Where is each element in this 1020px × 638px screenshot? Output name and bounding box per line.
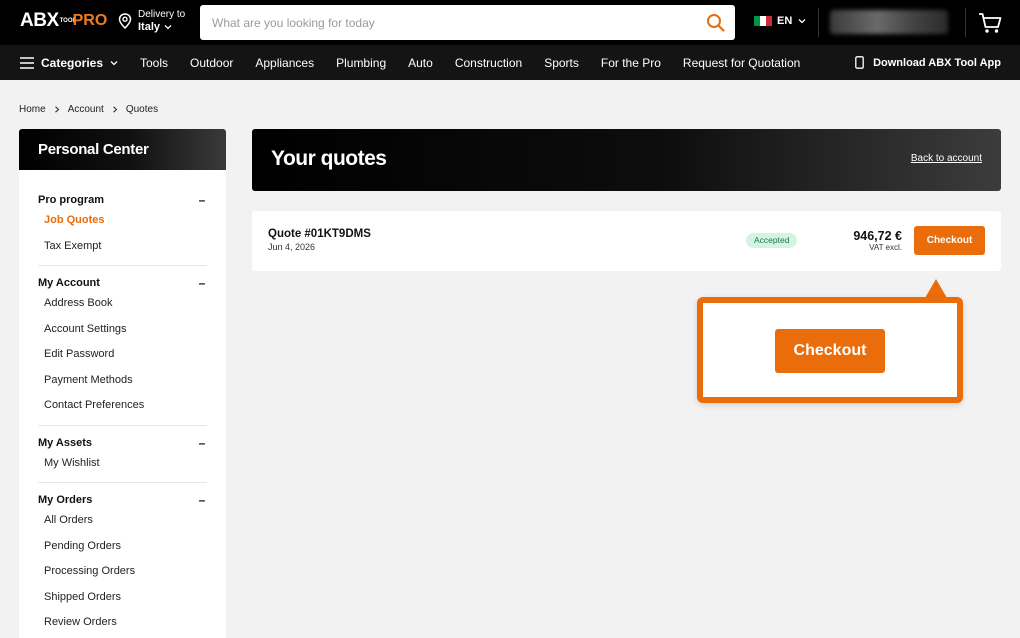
sidebar-item-tax-exempt[interactable]: Tax Exempt: [38, 234, 207, 260]
sidebar-item-contact-preferences[interactable]: Contact Preferences: [38, 393, 207, 419]
breadcrumb: Home Account Quotes: [19, 104, 158, 115]
logo-tool: TOOL: [59, 18, 77, 24]
account-menu-blurred[interactable]: [830, 10, 948, 34]
nav-item-appliances[interactable]: Appliances: [255, 56, 314, 70]
sidebar-item-pending-orders[interactable]: Pending Orders: [38, 534, 207, 560]
callout-arrow: [925, 279, 947, 298]
chevron-down-icon: [798, 19, 806, 24]
language-selector[interactable]: EN: [754, 15, 806, 27]
cart-icon[interactable]: [978, 12, 1002, 34]
quotes-header: Your quotes Back to account: [252, 129, 1001, 191]
sidebar-item-all-orders[interactable]: All Orders: [38, 508, 207, 534]
sidebar-item-payment-methods[interactable]: Payment Methods: [38, 368, 207, 394]
vat-note: VAT excl.: [869, 243, 902, 252]
divider: [818, 8, 819, 37]
nav-item-auto[interactable]: Auto: [408, 56, 433, 70]
back-to-account-link[interactable]: Back to account: [911, 153, 982, 164]
sidebar-group-title[interactable]: My Account –: [38, 275, 207, 291]
nav-links: Tools Outdoor Appliances Plumbing Auto C…: [140, 45, 822, 80]
nav-item-sports[interactable]: Sports: [544, 56, 579, 70]
sidebar-group-pro-program: Pro program – Job Quotes Tax Exempt: [38, 170, 207, 266]
sidebar-item-review-orders[interactable]: Review Orders: [38, 610, 207, 636]
status-badge: Accepted: [746, 233, 798, 248]
breadcrumb-home[interactable]: Home: [19, 104, 46, 115]
sidebar-item-my-wishlist[interactable]: My Wishlist: [38, 451, 207, 477]
collapse-icon: –: [198, 276, 206, 290]
nav-item-for-the-pro[interactable]: For the Pro: [601, 56, 661, 70]
hamburger-icon: [20, 56, 34, 69]
flag-icon: [754, 16, 772, 26]
flag-stripe: [766, 16, 772, 26]
quote-row: Quote #01KT9DMS Jun 4, 2026 Accepted 946…: [252, 211, 1001, 271]
sidebar-group-title[interactable]: Pro program –: [38, 192, 207, 208]
nav-item-request-quotation[interactable]: Request for Quotation: [683, 56, 800, 70]
divider: [965, 8, 966, 37]
nav-item-plumbing[interactable]: Plumbing: [336, 56, 386, 70]
chevron-right-icon: [54, 106, 60, 113]
sidebar-group-title[interactable]: My Orders –: [38, 492, 207, 508]
sidebar-group-label: My Orders: [38, 494, 93, 506]
phone-icon: [855, 56, 864, 69]
chevron-down-icon: [110, 60, 118, 65]
sidebar-item-edit-password[interactable]: Edit Password: [38, 342, 207, 368]
location-pin-icon: [118, 13, 132, 29]
sidebar-item-processing-orders[interactable]: Processing Orders: [38, 559, 207, 585]
categories-label: Categories: [41, 55, 104, 70]
delivery-label: Delivery to: [138, 9, 186, 20]
search-bar: [200, 5, 735, 40]
breadcrumb-quotes: Quotes: [125, 104, 159, 115]
collapse-icon: –: [198, 435, 206, 450]
language-code: EN: [777, 15, 793, 27]
download-app-label: Download ABX Tool App: [873, 56, 1001, 69]
sidebar-group-my-account: My Account – Address Book Account Settin…: [38, 266, 207, 426]
download-app-link[interactable]: Download ABX Tool App: [855, 45, 1001, 80]
sidebar-group-my-assets: My Assets – My Wishlist: [38, 426, 207, 483]
sidebar-item-job-quotes[interactable]: Job Quotes: [38, 208, 207, 234]
sidebar-group-my-orders: My Orders – All Orders Pending Orders Pr…: [38, 483, 207, 638]
delivery-selector[interactable]: Delivery to Italy: [118, 9, 185, 33]
logo[interactable]: ABX TOOL PRO: [20, 10, 108, 31]
quote-date: Jun 4, 2026: [268, 242, 316, 252]
sidebar-title: Personal Center: [19, 129, 226, 170]
logo-pro: PRO: [72, 12, 108, 29]
sidebar-group-label: My Assets: [38, 436, 93, 449]
checkout-button[interactable]: Checkout: [914, 226, 985, 255]
sidebar-item-shipped-orders[interactable]: Shipped Orders: [38, 585, 207, 611]
collapse-icon: –: [198, 493, 206, 507]
search-icon[interactable]: [706, 13, 725, 32]
collapse-icon: –: [198, 193, 206, 207]
callout-checkout-button[interactable]: Checkout: [775, 329, 885, 373]
page-title: Your quotes: [271, 147, 387, 170]
sidebar-item-account-settings[interactable]: Account Settings: [38, 317, 207, 343]
search-input[interactable]: [212, 5, 692, 40]
logo-brand: ABX: [20, 10, 59, 31]
sidebar-group-label: My Account: [38, 277, 100, 289]
chevron-right-icon: [112, 106, 118, 113]
sidebar-group-label: Pro program: [38, 194, 105, 206]
sidebar: Personal Center Pro program – Job Quotes…: [19, 129, 226, 638]
categories-menu[interactable]: Categories: [20, 45, 118, 80]
chevron-down-icon: [164, 25, 172, 30]
checkout-callout: Checkout: [697, 297, 963, 403]
main-nav: Categories Tools Outdoor Appliances Plum…: [0, 45, 1020, 80]
sidebar-item-address-book[interactable]: Address Book: [38, 291, 207, 317]
top-header: ABX TOOL PRO Delivery to Italy EN: [0, 0, 1020, 45]
breadcrumb-account[interactable]: Account: [68, 104, 104, 115]
delivery-country: Italy: [138, 21, 161, 33]
quote-amount: 946,72 €: [853, 229, 902, 243]
nav-item-construction[interactable]: Construction: [455, 56, 522, 70]
nav-item-outdoor[interactable]: Outdoor: [190, 56, 233, 70]
sidebar-group-title[interactable]: My Assets –: [38, 435, 207, 451]
quote-id[interactable]: Quote #01KT9DMS: [268, 228, 371, 240]
nav-item-tools[interactable]: Tools: [140, 56, 168, 70]
